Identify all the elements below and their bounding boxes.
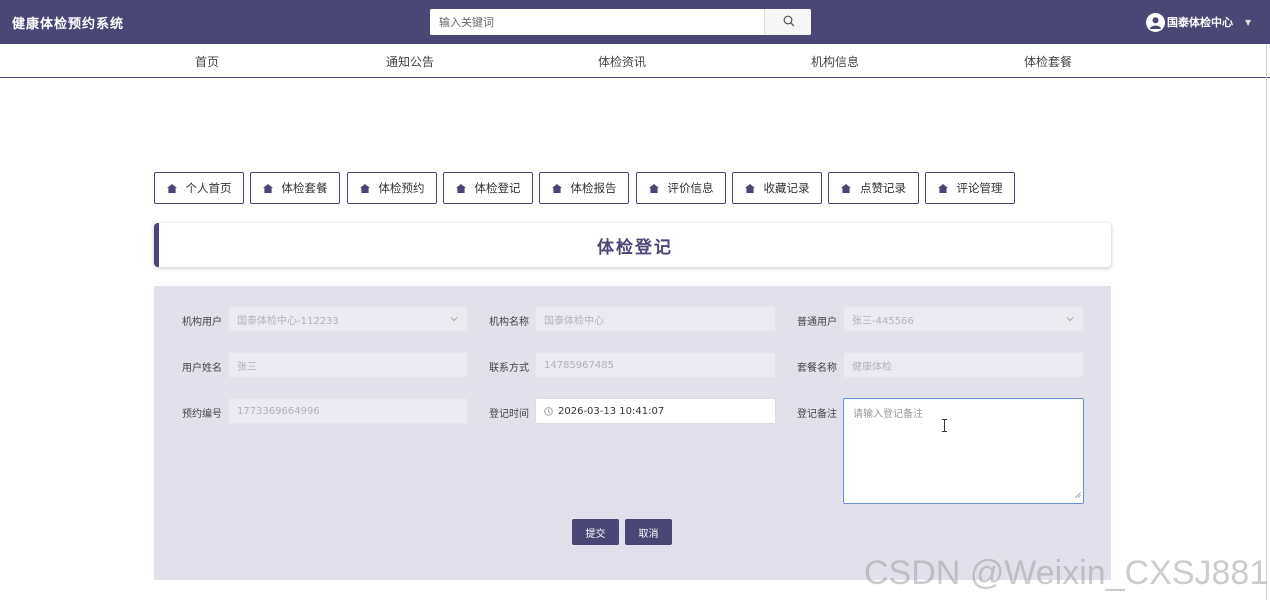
tab-label: 个人首页 [185,181,232,195]
app-title: 健康体检预约系统 [12,17,125,32]
normal-user-select[interactable]: 张三-445566 [843,306,1084,332]
nav-item-notices[interactable]: 通知公告 [350,53,470,70]
resize-handle-icon[interactable] [1075,490,1081,501]
cancel-button[interactable]: 取消 [625,519,672,545]
org-user-value: 国泰体检中心-112233 [237,315,339,327]
org-name-value: 国泰体检中心 [544,315,604,327]
search-box [430,9,811,35]
tab-label: 体检预约 [378,181,425,195]
chevron-down-icon [450,315,458,326]
tab-favorites[interactable]: 收藏记录 [732,172,822,204]
package-name-field[interactable]: 健康体检 [843,352,1084,378]
tab-label: 评价信息 [667,181,714,195]
house-icon [262,183,273,193]
org-user-select[interactable]: 国泰体检中心-112233 [228,306,468,332]
tab-reviews[interactable]: 评价信息 [636,172,726,204]
user-avatar-icon [1146,12,1165,32]
top-bar: 健康体检预约系统 国泰体检中心 ▼ [0,0,1270,44]
nav-item-institutions[interactable]: 机构信息 [775,53,895,70]
org-name-label: 机构名称 [489,317,529,328]
register-time-picker[interactable]: 2026-03-13 10:41:07 [535,398,776,424]
house-icon [937,183,948,193]
booking-no-field[interactable]: 1773369664996 [228,398,468,424]
tab-registration[interactable]: 体检登记 [443,172,533,204]
search-button[interactable] [764,9,811,35]
clock-icon [544,406,553,416]
tab-booking[interactable]: 体检预约 [347,172,437,204]
tab-comments[interactable]: 评论管理 [925,172,1015,204]
nav-item-packages[interactable]: 体检套餐 [988,53,1108,70]
house-icon [551,183,562,193]
house-icon [359,183,370,193]
search-icon [783,15,795,30]
user-name-field[interactable]: 张三 [228,352,468,378]
tab-label: 评论管理 [956,181,1003,195]
user-name-value: 张三 [237,361,257,373]
registration-form: 机构用户 国泰体检中心-112233 机构名称 国泰体检中心 普通用户 张三-4… [154,286,1111,580]
normal-user-label: 普通用户 [797,317,837,328]
tab-likes[interactable]: 点赞记录 [828,172,919,204]
house-icon [455,183,466,193]
user-menu[interactable]: 国泰体检中心 ▼ [1146,11,1251,33]
tab-label: 体检套餐 [281,181,328,195]
page-title: 体检登记 [597,237,673,258]
contact-value: 14785967485 [544,359,614,371]
contact-field[interactable]: 14785967485 [535,352,776,378]
house-icon [648,183,659,193]
house-icon [166,183,177,193]
register-note-placeholder: 请输入登记备注 [853,409,923,420]
tab-label: 体检登记 [474,181,521,195]
package-name-value: 健康体检 [852,361,892,373]
org-name-field[interactable]: 国泰体检中心 [535,306,776,332]
register-note-textarea[interactable]: 请输入登记备注 [843,398,1084,504]
user-name-label: 用户姓名 [182,363,222,374]
register-time-label: 登记时间 [489,409,529,420]
register-time-value: 2026-03-13 10:41:07 [558,405,665,417]
contact-label: 联系方式 [489,363,529,374]
booking-no-label: 预约编号 [182,409,222,420]
tab-label: 收藏记录 [763,181,810,195]
house-icon [841,183,851,193]
chevron-down-icon: ▼ [1245,17,1252,27]
search-input[interactable] [430,9,764,35]
chevron-down-icon [1066,315,1074,326]
nav-item-news[interactable]: 体检资讯 [562,53,682,70]
tab-personal-home[interactable]: 个人首页 [154,172,244,204]
house-icon [744,183,755,193]
nav-item-home[interactable]: 首页 [147,53,267,70]
tab-label: 体检报告 [570,181,617,195]
normal-user-value: 张三-445566 [852,315,914,327]
user-name: 国泰体检中心 [1167,16,1233,29]
register-note-label: 登记备注 [797,409,837,420]
tab-report[interactable]: 体检报告 [539,172,629,204]
main-nav: 首页 通知公告 体检资讯 机构信息 体检套餐 [0,44,1270,78]
watermark: CSDN @Weixin_CXSJ881 [864,554,1269,592]
tab-packages[interactable]: 体检套餐 [250,172,340,204]
tab-label: 点赞记录 [860,181,906,195]
org-user-label: 机构用户 [182,317,222,328]
booking-no-value: 1773369664996 [237,405,320,417]
package-name-label: 套餐名称 [797,363,837,374]
scrollbar-edge [1266,44,1267,600]
page-title-card: 体检登记 [154,223,1111,267]
text-cursor-icon [941,419,948,435]
submit-button[interactable]: 提交 [572,519,619,545]
